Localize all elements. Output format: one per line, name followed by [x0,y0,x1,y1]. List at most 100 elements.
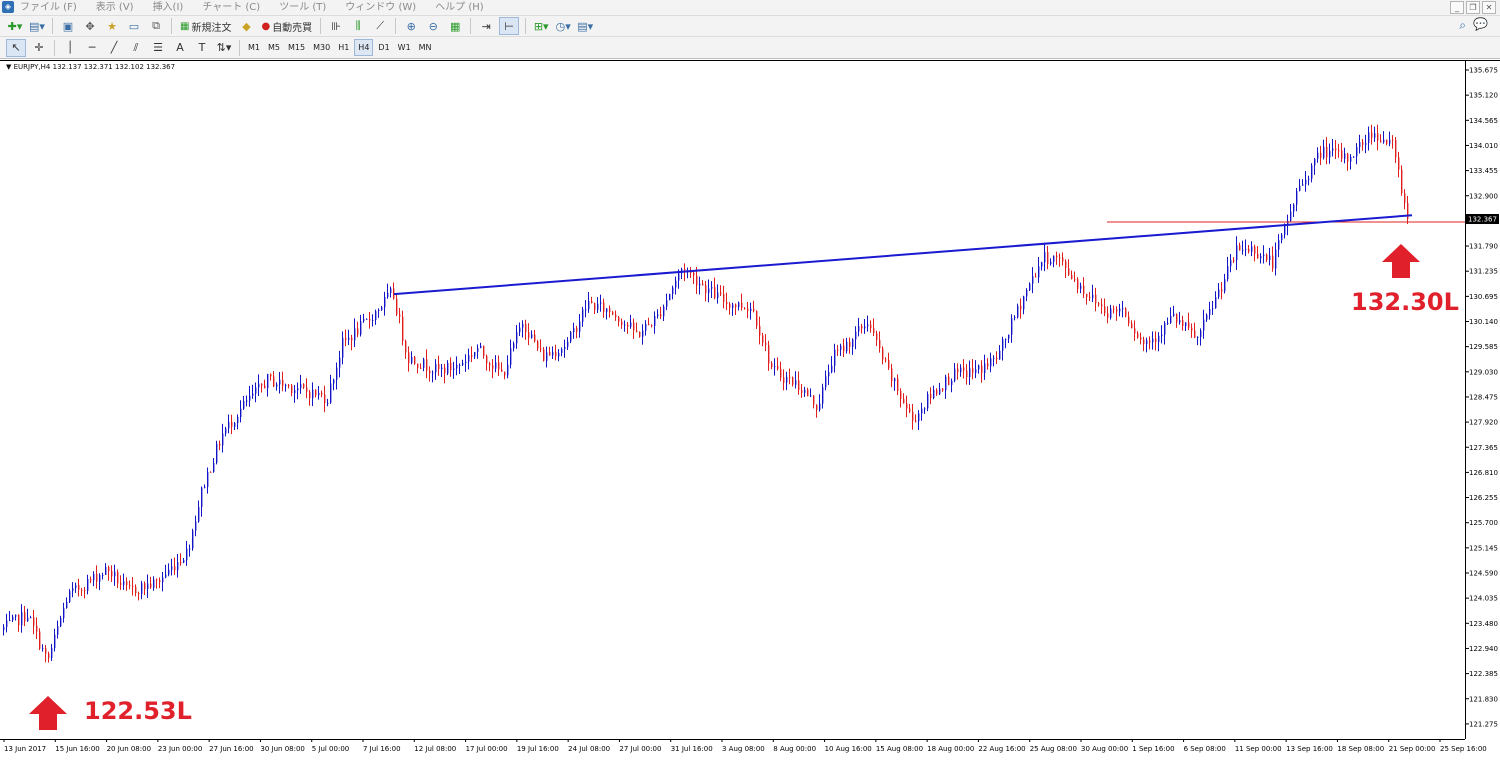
bar-chart-icon[interactable]: ⊪ [327,18,345,34]
candle-bull [717,292,719,299]
candle-bull [1275,249,1277,269]
periods-icon[interactable]: ◷▾ [554,18,572,34]
profiles-icon[interactable]: ▤▾ [28,18,46,34]
candle-bull [1263,254,1265,256]
new-order-button[interactable]: ▦ 新規注文 [178,18,233,34]
candle-bull [51,647,53,659]
fibonacci-icon[interactable]: ☰ [149,40,167,56]
menu-window[interactable]: ウィンドウ (W) [345,0,416,15]
menu-file[interactable]: ファイル (F) [20,0,77,15]
candle-bear [1338,150,1340,152]
arrows-icon[interactable]: ⇅▾ [215,40,233,56]
price-tick-label: 130.140 [1469,318,1498,326]
candle-bull [477,348,479,352]
candle-bull [1302,184,1304,186]
trendline-icon[interactable]: ╱ [105,40,123,56]
metaeditor-icon[interactable]: ◆ [237,18,255,34]
timeframe-w1[interactable]: W1 [395,40,414,55]
templates-icon[interactable]: ▤▾ [576,18,594,34]
menu-tools[interactable]: ツール (T) [279,0,326,15]
auto-scroll-icon[interactable]: ⇥ [477,18,495,34]
timeframe-m15[interactable]: M15 [285,40,308,55]
time-tick-label: 6 Sep 08:00 [1184,745,1226,753]
candle-bull [342,337,344,358]
candle-bear [813,395,815,405]
candle-bull [546,352,548,361]
vertical-line-icon[interactable]: │ [61,40,79,56]
zoom-out-icon[interactable]: ⊖ [424,18,442,34]
candle-bear [1077,279,1079,289]
chart-shift-icon[interactable]: ⊢ [499,17,520,35]
minimize-icon[interactable]: _ [1450,1,1464,14]
timeframe-mn[interactable]: MN [416,40,435,55]
timeframe-m5[interactable]: M5 [265,40,283,55]
candle-bull [378,309,380,312]
channel-icon[interactable]: ⫽ [127,40,145,56]
market-watch-icon[interactable]: ▣ [59,18,77,34]
text-label-icon[interactable]: T [193,40,211,56]
navigator-icon[interactable]: ★ [103,18,121,34]
candle-bear [1128,316,1130,324]
candle-bull [1014,317,1016,319]
symbol-dropdown-icon[interactable]: ▼ [6,63,11,71]
candle-bear [90,579,92,581]
candle-bull [375,311,377,320]
timeframe-d1[interactable]: D1 [375,40,392,55]
price-chart[interactable]: 135.675 135.120 134.565 134.010 133.455 132.9… [0,60,1500,761]
zoom-in-icon[interactable]: ⊕ [402,18,420,34]
candle-bear [357,328,359,335]
candle-bear [633,322,635,331]
candle-bear [1404,193,1406,203]
candle-bear [525,323,527,333]
auto-trade-button[interactable]: ● 自動売買 [259,18,314,34]
restore-icon[interactable]: ❐ [1466,1,1480,14]
candle-bear [1089,296,1091,299]
current-price-label: 132.367 [1468,216,1497,224]
candle-bear [81,589,83,591]
candle-bear [1272,255,1274,269]
cursor-icon[interactable]: ↖ [6,38,26,57]
menu-chart[interactable]: チャート (C) [202,0,260,15]
candle-bull [1344,153,1346,159]
tile-windows-icon[interactable]: ▦ [446,18,464,34]
candle-bull [669,294,671,301]
menu-view[interactable]: 表示 (V) [96,0,134,15]
candle-bull [372,319,374,321]
candle-bull [588,301,590,310]
candle-bear [996,357,998,360]
close-icon[interactable]: ✕ [1482,1,1496,14]
timeframe-h1[interactable]: H1 [335,40,352,55]
horizontal-line-icon[interactable]: ─ [83,40,101,56]
data-window-icon[interactable]: ✥ [81,18,99,34]
candle-bull [1092,294,1094,299]
candle-bear [915,420,917,422]
candle-bull [1200,330,1202,337]
candle-bull [840,345,842,350]
timeframe-h4[interactable]: H4 [354,39,374,56]
menu-insert[interactable]: 挿入(I) [153,0,184,15]
price-tick-label: 132.900 [1469,192,1498,200]
chart-window[interactable]: 135.675 135.120 134.565 134.010 133.455 132.9… [0,60,1500,761]
symbol-info: ▼ EURJPY,H4 132.137 132.371 132.102 132.… [6,63,175,71]
line-chart-icon[interactable]: ⟋ [371,18,389,34]
candle-bear [111,570,113,577]
menu-help[interactable]: ヘルプ (H) [435,0,484,15]
terminal-icon[interactable]: ▭ [125,18,143,34]
candle-bear [402,316,404,341]
candle-bear [1341,150,1343,159]
candle-bear [807,389,809,397]
candle-bull [561,349,563,353]
candle-bull [1179,320,1181,323]
candle-bear [1371,132,1373,138]
text-icon[interactable]: A [171,40,189,56]
candle-bear [1392,139,1394,141]
candlestick-icon[interactable]: ⫼ [349,18,367,34]
timeframe-m30[interactable]: M30 [310,40,333,55]
chat-icon[interactable]: 💬 [1473,17,1488,31]
indicators-icon[interactable]: ⊞▾ [532,18,550,34]
crosshair-icon[interactable]: ✛ [30,40,48,56]
search-icon[interactable]: ⌕ [1459,18,1466,33]
strategy-tester-icon[interactable]: ⧉ [147,18,165,34]
timeframe-m1[interactable]: M1 [245,40,263,55]
new-chart-icon[interactable]: ✚▾ [6,18,24,34]
